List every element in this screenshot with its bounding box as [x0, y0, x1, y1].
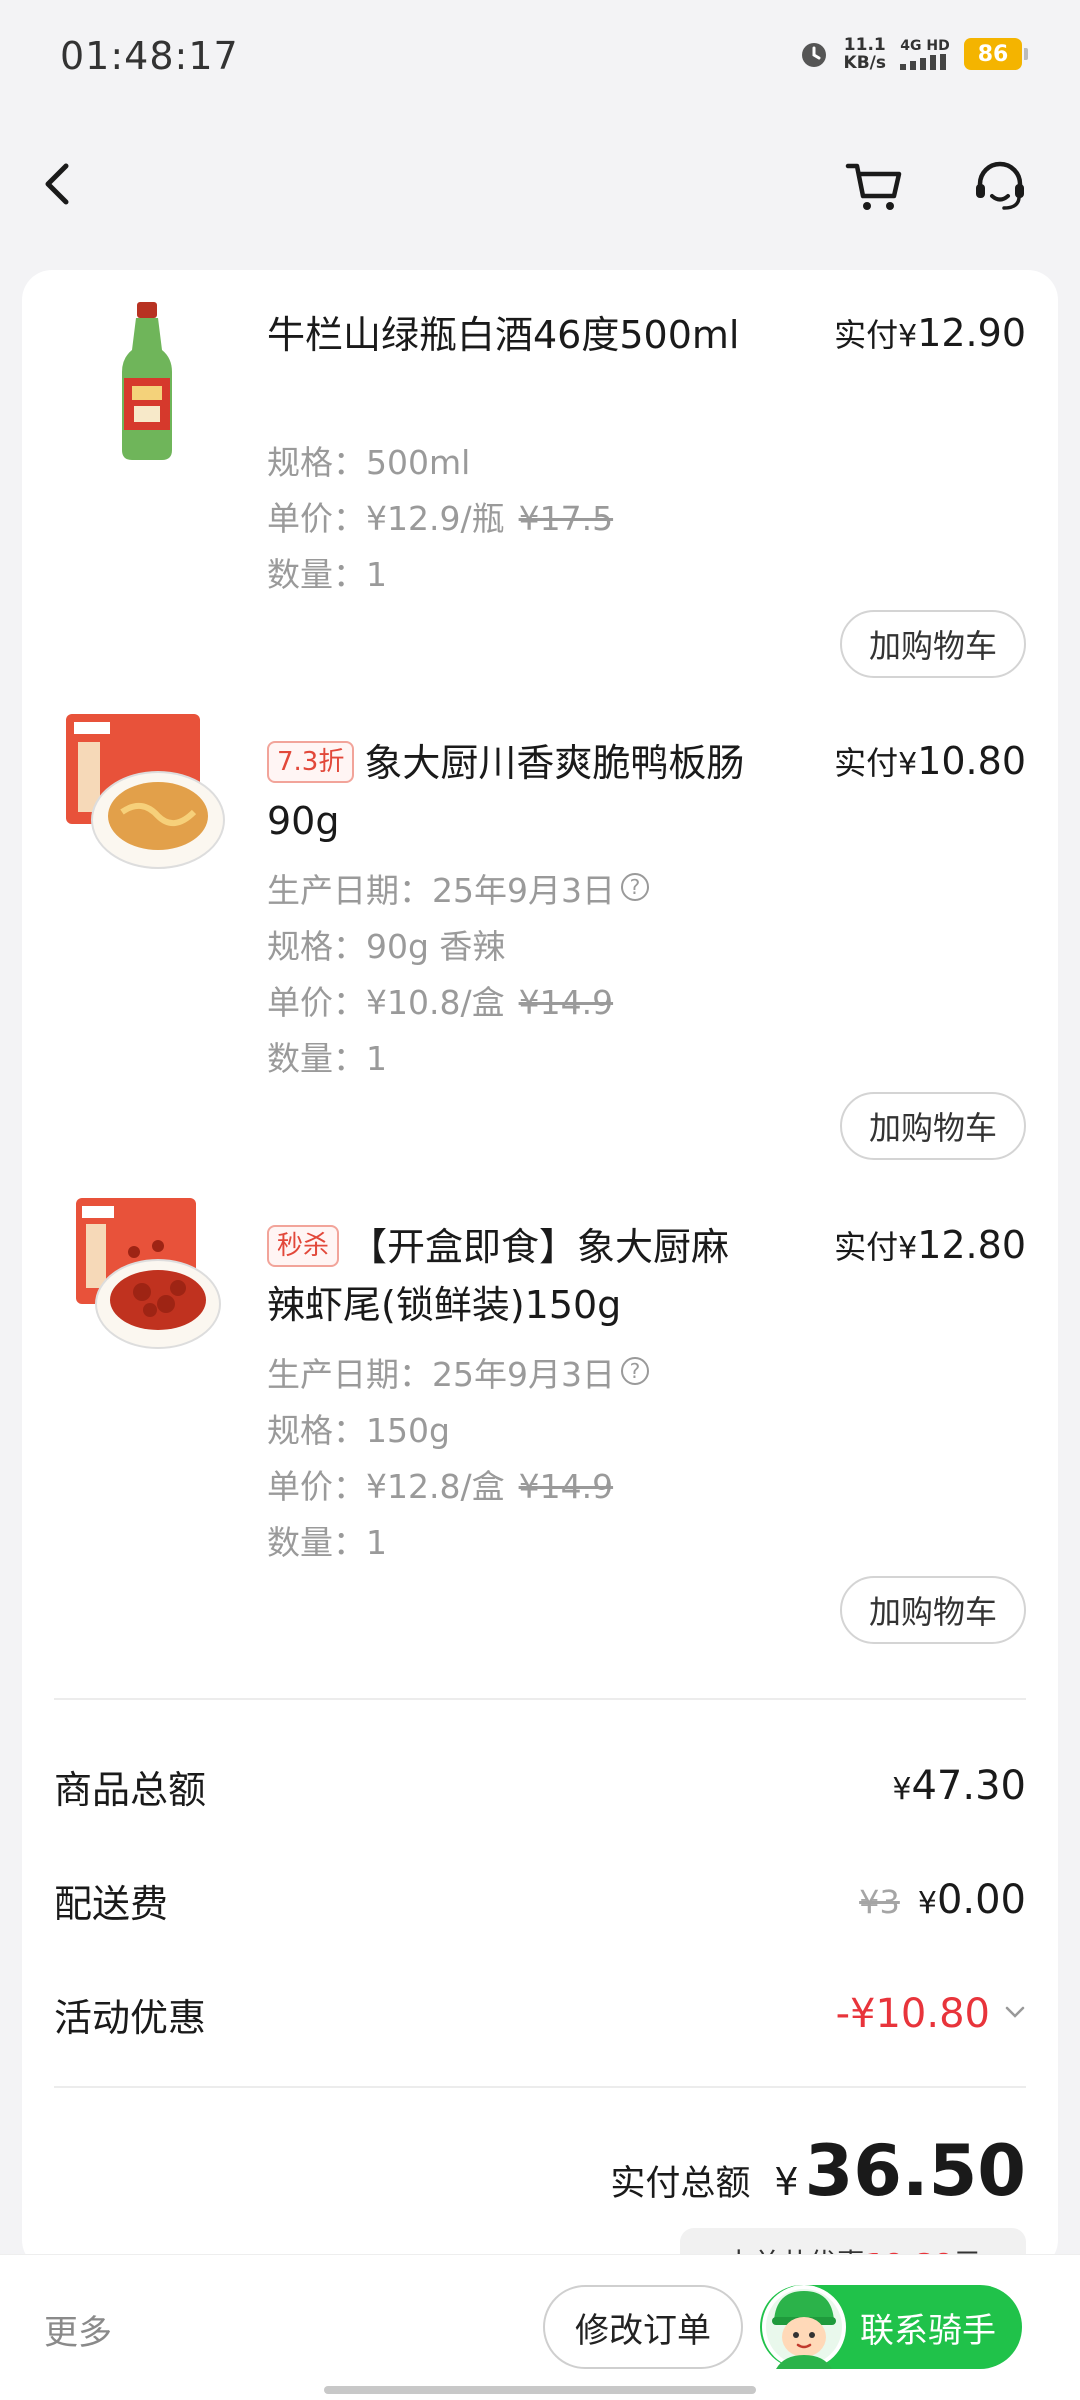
product-unit-price: 单价：¥12.9/瓶 ¥17.5 — [267, 492, 613, 540]
currency-symbol: ¥ — [898, 747, 918, 782]
signal-indicator: 4G HD — [900, 37, 950, 70]
delivery-fee-value: ¥3 ¥0.00 — [859, 1877, 1026, 1923]
goods-total-row: 商品总额 ¥47.30 — [54, 1756, 1026, 1816]
more-button[interactable]: 更多 — [44, 2305, 112, 2354]
item-paid-amount: 实付¥12.80 — [834, 1222, 1026, 1268]
original-price: ¥17.5 — [518, 499, 614, 538]
status-icons: 11.1 KB/s 4G HD 86 — [798, 36, 1028, 72]
unit-price: 单价：¥12.8/盒 — [267, 1467, 505, 1506]
product-spec: 规格：90g 香辣 — [267, 927, 506, 966]
paid-value: 10.80 — [917, 739, 1026, 783]
production-date: 生产日期：25年9月3日 — [267, 1355, 615, 1394]
activity-discount-row[interactable]: 活动优惠 -¥10.80 — [54, 1984, 1026, 2044]
currency-symbol: ¥ — [892, 1772, 912, 1807]
product-spec: 规格：500ml — [267, 443, 471, 482]
activity-discount-amount: -¥10.80 — [835, 1991, 990, 2037]
original-price: ¥14.9 — [518, 1467, 614, 1506]
net-speed-value: 11.1 — [843, 35, 886, 55]
alarm-icon — [801, 43, 826, 67]
goods-total-value: ¥47.30 — [892, 1763, 1026, 1809]
battery-indicator: 86 — [964, 38, 1028, 70]
net-speed: 11.1 KB/s — [844, 36, 886, 72]
product-production-date: 生产日期：25年9月3日? — [267, 1348, 649, 1396]
status-time: 01:48:17 — [60, 34, 239, 78]
paid-total-amount: 36.50 — [804, 2130, 1026, 2212]
product-unit-price: 单价：¥10.8/盒 ¥14.9 — [267, 976, 613, 1024]
production-date: 生产日期：25年9月3日 — [267, 871, 615, 910]
home-indicator[interactable] — [324, 2386, 756, 2394]
customer-service-icon[interactable] — [970, 156, 1030, 216]
nav-bar — [0, 130, 1080, 240]
currency-symbol: ¥ — [898, 1231, 918, 1266]
paid-label: 实付 — [834, 1228, 899, 1266]
delivery-fee-label: 配送费 — [54, 1881, 169, 1926]
bottom-action-bar: 更多 修改订单 联系骑手 — [0, 2254, 1080, 2400]
paid-total-label: 实付总额 — [610, 2164, 751, 2204]
delivery-original-fee: ¥3 — [859, 1883, 900, 1921]
product-quantity: 数量：1 — [267, 555, 387, 594]
product-unit-price: 单价：¥12.8/盒 ¥14.9 — [267, 1460, 613, 1508]
divider — [54, 1698, 1026, 1700]
activity-discount-label: 活动优惠 — [54, 1995, 207, 2040]
unit-price: 单价：¥12.9/瓶 — [267, 499, 505, 538]
help-icon[interactable]: ? — [620, 873, 649, 901]
currency-symbol: ¥ — [917, 1886, 937, 1921]
unit-price: 单价：¥10.8/盒 — [267, 983, 505, 1022]
help-icon[interactable]: ? — [620, 1357, 649, 1385]
flash-sale-tag: 秒杀 — [267, 1225, 340, 1267]
product-title[interactable]: 牛栏山绿瓶白酒46度500ml — [267, 306, 747, 364]
currency-symbol: ¥ — [898, 319, 918, 354]
activity-discount-value[interactable]: -¥10.80 — [836, 1991, 1026, 2037]
product-quantity: 数量：1 — [267, 1039, 387, 1078]
paid-value: 12.90 — [917, 311, 1026, 355]
original-price: ¥14.9 — [518, 983, 614, 1022]
product-title[interactable]: 秒杀 【开盒即食】象大厨麻辣虾尾(锁鲜装)150g — [267, 1218, 747, 1334]
add-to-cart-button[interactable]: 加购物车 — [840, 1576, 1026, 1644]
signal-label: 4G HD — [900, 37, 950, 54]
delivery-fee-amount: 0.00 — [936, 1877, 1026, 1923]
paid-label: 实付 — [834, 316, 899, 354]
add-to-cart-button[interactable]: 加购物车 — [840, 1092, 1026, 1160]
product-image-duck-intestine — [66, 714, 225, 869]
discount-tag: 7.3折 — [267, 741, 355, 783]
product-production-date: 生产日期：25年9月3日? — [267, 864, 649, 912]
product-spec: 规格：150g — [267, 1411, 450, 1450]
goods-total-amount: 47.30 — [911, 1763, 1026, 1809]
product-image-crayfish-tail — [76, 1198, 221, 1349]
shopping-cart-icon[interactable] — [844, 156, 906, 216]
product-title[interactable]: 7.3折 象大厨川香爽脆鸭板肠90g — [267, 734, 747, 850]
paid-total-row: 实付总额 ¥ 36.50 — [610, 2130, 1026, 2212]
item-paid-amount: 实付¥10.80 — [834, 738, 1026, 784]
item-paid-amount: 实付¥12.90 — [834, 310, 1026, 356]
delivery-fee-row: 配送费 ¥3 ¥0.00 — [54, 1870, 1026, 1930]
chevron-down-icon — [1005, 2006, 1025, 2018]
net-speed-unit: KB/s — [843, 53, 886, 73]
paid-label: 实付 — [834, 744, 899, 782]
goods-total-label: 商品总额 — [54, 1767, 207, 1812]
modify-order-button[interactable]: 修改订单 — [543, 2285, 743, 2369]
product-quantity: 数量：1 — [267, 1523, 387, 1562]
status-bar: 01:48:17 11.1 KB/s 4G HD 86 — [0, 0, 1080, 110]
product-title-text: 牛栏山绿瓶白酒46度500ml — [267, 313, 740, 357]
add-to-cart-button[interactable]: 加购物车 — [840, 610, 1026, 678]
order-card: 牛栏山绿瓶白酒46度500ml 实付¥12.90 规格：500ml 单价：¥12… — [22, 270, 1058, 2270]
rider-avatar-icon — [762, 2285, 846, 2369]
signal-bars-icon — [900, 53, 946, 70]
currency-symbol: ¥ — [774, 2160, 799, 2204]
product-image-baijiu-bottle — [122, 302, 172, 460]
paid-value: 12.80 — [917, 1223, 1026, 1267]
back-arrow-icon[interactable] — [30, 154, 90, 214]
divider — [54, 2086, 1026, 2088]
